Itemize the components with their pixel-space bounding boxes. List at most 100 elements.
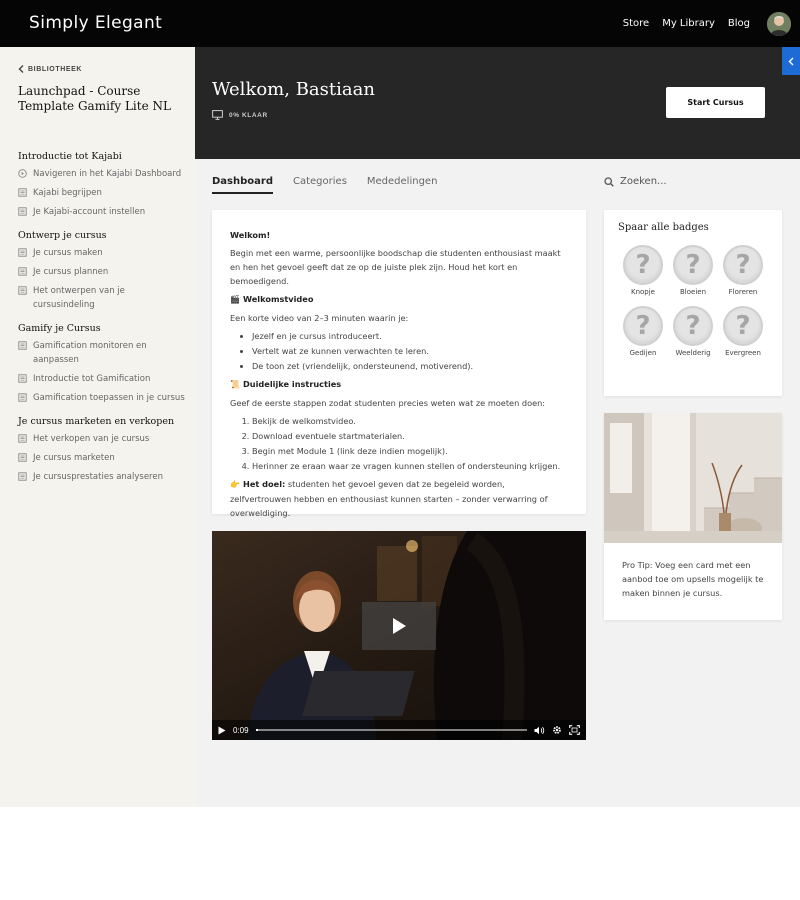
module-list: Introductie tot Kajabi Navigeren in het …	[18, 151, 188, 495]
play-button[interactable]	[362, 602, 436, 650]
badge-item: ? Weelderig	[668, 306, 718, 357]
badges-title: Spaar alle badges	[618, 222, 709, 233]
nav-blog-link[interactable]: Blog	[728, 18, 750, 29]
tab-categories[interactable]: Categories	[293, 176, 347, 194]
badge-label: Weelderig	[675, 349, 711, 357]
locked-badge-icon: ?	[623, 245, 663, 285]
fullscreen-icon[interactable]	[569, 725, 580, 735]
module-item: Gamify je Cursus Gamification monitoren …	[18, 323, 188, 405]
locked-badge-icon: ?	[723, 245, 763, 285]
tab-dashboard[interactable]: Dashboard	[212, 176, 273, 194]
lesson-item[interactable]: Je cursus plannen	[18, 265, 188, 279]
lesson-label: Introductie tot Gamification	[33, 374, 151, 384]
avatar-image	[767, 12, 791, 36]
lesson-item[interactable]: Gamification monitoren en aanpassen	[18, 339, 188, 367]
scroll-icon: 📜	[230, 380, 240, 389]
clapperboard-icon: 🎬	[230, 295, 240, 304]
document-icon	[18, 374, 27, 383]
volume-icon[interactable]	[534, 726, 545, 735]
module-title[interactable]: Je cursus marketen en verkopen	[18, 416, 188, 427]
list-item: De toon zet (vriendelijk, ondersteunend,…	[252, 359, 568, 373]
lesson-label: Gamification monitoren en aanpassen	[33, 341, 147, 365]
lesson-label: Je cursus marketen	[33, 453, 115, 463]
document-icon	[18, 188, 27, 197]
top-navbar: Simply Elegant Store My Library Blog	[0, 0, 800, 47]
instructions-heading-label: Duidelijke instructies	[243, 379, 342, 389]
lesson-label: Je cursus maken	[33, 248, 103, 258]
course-sidebar: BIBLIOTHEEK Launchpad - Course Template …	[0, 47, 195, 807]
module-title[interactable]: Introductie tot Kajabi	[18, 151, 188, 162]
instructions-intro: Geef de eerste stappen zodat studenten p…	[230, 398, 546, 408]
document-icon	[18, 286, 27, 295]
lesson-item[interactable]: Kajabi begrijpen	[18, 186, 188, 200]
video-intro: Een korte video van 2–3 minuten waarin j…	[230, 313, 409, 323]
goal-text: 👉 Het doel: studenten het gevoel geven da…	[230, 477, 568, 520]
module-title[interactable]: Gamify je Cursus	[18, 323, 188, 334]
document-icon	[18, 453, 27, 462]
lesson-item[interactable]: Het ontwerpen van je cursusindeling	[18, 284, 188, 312]
lesson-item[interactable]: Je Kajabi-account instellen	[18, 205, 188, 219]
module-item: Je cursus marketen en verkopen Het verko…	[18, 416, 188, 484]
welcome-card: Welkom! Begin met een warme, persoonlijk…	[212, 210, 586, 518]
badge-label: Gedijen	[629, 349, 657, 357]
start-course-button[interactable]: Start Cursus	[666, 87, 765, 118]
video-progress-fill	[255, 729, 259, 731]
user-avatar[interactable]	[767, 12, 791, 36]
back-to-library-link[interactable]: BIBLIOTHEEK	[18, 65, 82, 73]
nav-store-link[interactable]: Store	[623, 18, 649, 29]
search-box	[604, 176, 720, 187]
lesson-item[interactable]: Navigeren in het Kajabi Dashboard	[18, 167, 188, 181]
module-title[interactable]: Ontwerp je cursus	[18, 230, 188, 241]
badges-card: Spaar alle badges ? Knopje ? Bloeien ? F…	[604, 210, 782, 396]
chevron-left-icon	[18, 65, 24, 73]
badge-item: ? Floreren	[718, 245, 768, 296]
locked-badge-icon: ?	[673, 306, 713, 346]
goal-heading: Het doel:	[243, 479, 286, 489]
badge-item: ? Gedijen	[618, 306, 668, 357]
list-item: Download eventuele startmaterialen.	[252, 429, 568, 443]
pro-tip-card: Pro Tip: Voeg een card met een aanbod to…	[604, 413, 782, 620]
badge-item: ? Bloeien	[668, 245, 718, 296]
course-title: Launchpad - Course Template Gamify Lite …	[18, 84, 171, 113]
sidebar-toggle-button[interactable]	[782, 47, 800, 75]
lesson-item[interactable]: Je cursus maken	[18, 246, 188, 260]
document-icon	[18, 267, 27, 276]
locked-badge-icon: ?	[673, 245, 713, 285]
nav-library-link[interactable]: My Library	[662, 18, 715, 29]
intro-text: Begin met een warme, persoonlijke boodsc…	[230, 248, 561, 286]
badge-label: Floreren	[728, 288, 758, 296]
lesson-label: Navigeren in het Kajabi Dashboard	[33, 169, 182, 179]
locked-badge-icon: ?	[723, 306, 763, 346]
lesson-item[interactable]: Je cursusprestaties analyseren	[18, 470, 188, 484]
lesson-label: Het ontwerpen van je cursusindeling	[33, 286, 125, 310]
lesson-item[interactable]: Het verkopen van je cursus	[18, 432, 188, 446]
document-icon	[18, 393, 27, 402]
video-heading: 🎬 Welkomstvideo	[230, 292, 568, 307]
list-item: Vertelt wat ze kunnen verwachten te lere…	[252, 344, 568, 358]
document-icon	[18, 472, 27, 481]
site-brand[interactable]: Simply Elegant	[29, 13, 162, 33]
search-input[interactable]	[620, 176, 720, 187]
top-nav: Store My Library Blog	[623, 18, 750, 29]
lesson-item[interactable]: Je cursus marketen	[18, 451, 188, 465]
play-icon[interactable]	[218, 726, 226, 735]
course-progress: 0% KLAAR	[212, 110, 268, 120]
greeting-heading: Welkom!	[230, 230, 271, 240]
instructions-heading: 📜 Duidelijke instructies	[230, 377, 568, 392]
lesson-item[interactable]: Introductie tot Gamification	[18, 372, 188, 386]
play-circle-icon	[18, 169, 27, 178]
lesson-label: Je cursus plannen	[33, 267, 109, 277]
document-icon	[18, 207, 27, 216]
settings-gear-icon[interactable]	[552, 725, 562, 735]
video-scrubber[interactable]	[255, 729, 527, 731]
document-icon	[18, 248, 27, 257]
module-item: Ontwerp je cursus Je cursus maken Je cur…	[18, 230, 188, 312]
list-item: Bekijk de welkomstvideo.	[252, 414, 568, 428]
lesson-item[interactable]: Gamification toepassen in je cursus	[18, 391, 188, 405]
video-player[interactable]: 0:09	[212, 531, 586, 740]
interior-photo	[604, 413, 782, 543]
list-item: Herinner ze eraan waar ze vragen kunnen …	[252, 459, 568, 473]
tab-announcements[interactable]: Mededelingen	[367, 176, 438, 194]
course-hero: Welkom, Bastiaan 0% KLAAR Start Cursus	[195, 47, 800, 159]
list-item: Jezelf en je cursus introduceert.	[252, 329, 568, 343]
